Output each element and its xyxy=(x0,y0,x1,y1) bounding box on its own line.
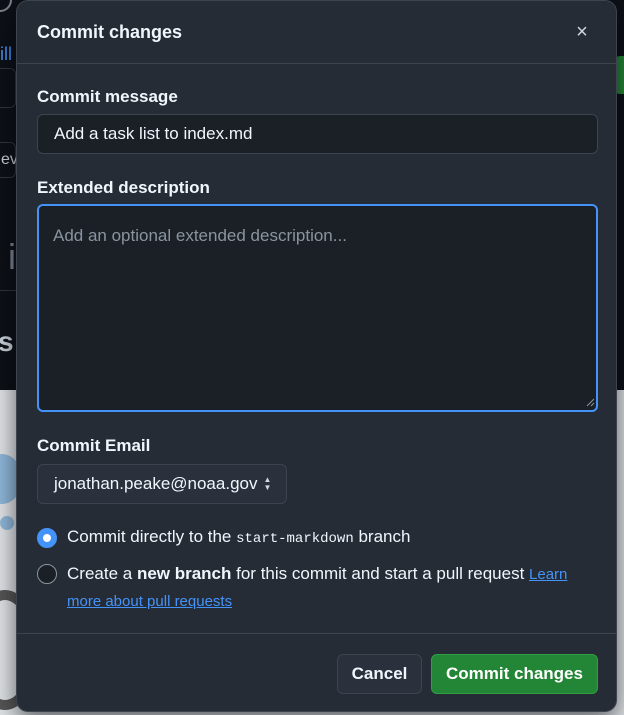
new-branch-suffix: for this commit and start a pull request xyxy=(231,564,530,583)
new-branch-option[interactable]: Create a new branch for this commit and … xyxy=(37,563,597,615)
commit-direct-prefix: Commit directly to the xyxy=(67,527,237,546)
commit-direct-suffix: branch xyxy=(353,527,411,546)
avatar xyxy=(0,0,12,12)
background-preview-button[interactable]: evi xyxy=(0,142,21,178)
new-branch-prefix: Create a xyxy=(67,564,137,583)
dialog-header: Commit changes × xyxy=(17,1,616,64)
commit-message-input[interactable]: Add a task list to index.md xyxy=(37,114,598,154)
resize-handle-icon[interactable] xyxy=(585,397,595,407)
extended-description-textarea[interactable] xyxy=(37,204,598,412)
background-image-dot xyxy=(0,516,14,530)
dialog-title: Commit changes xyxy=(37,21,183,42)
new-branch-radio[interactable] xyxy=(37,564,57,584)
commit-direct-option[interactable]: Commit directly to the start-markdown br… xyxy=(37,527,410,548)
background-heading: s xyxy=(0,326,14,357)
commit-email-label: Commit Email xyxy=(37,436,151,455)
commit-email-select[interactable]: jonathan.peake@noaa.gov ▲ ▼ xyxy=(37,464,287,504)
extended-description-label: Extended description xyxy=(37,178,210,197)
commit-direct-label: Commit directly to the start-markdown br… xyxy=(67,527,410,547)
background-link[interactable]: ill xyxy=(0,44,12,65)
commit-email-value: jonathan.peake@noaa.gov xyxy=(54,474,258,493)
background-control xyxy=(0,68,16,108)
commit-message-label: Commit message xyxy=(37,87,178,106)
new-branch-bold: new branch xyxy=(136,564,232,583)
select-arrows-icon: ▲ ▼ xyxy=(263,475,272,492)
background-glyph: i xyxy=(8,236,16,277)
cancel-button[interactable]: Cancel xyxy=(337,654,422,694)
branch-name: start-markdown xyxy=(236,531,354,547)
dialog-footer: Cancel Commit changes xyxy=(17,633,616,711)
new-branch-label: Create a new branch for this commit and … xyxy=(67,561,597,615)
commit-direct-radio[interactable] xyxy=(37,528,57,548)
close-icon[interactable]: × xyxy=(568,18,596,46)
commit-dialog: Commit changes × Commit message Add a ta… xyxy=(16,0,617,712)
commit-changes-button[interactable]: Commit changes xyxy=(431,654,598,694)
